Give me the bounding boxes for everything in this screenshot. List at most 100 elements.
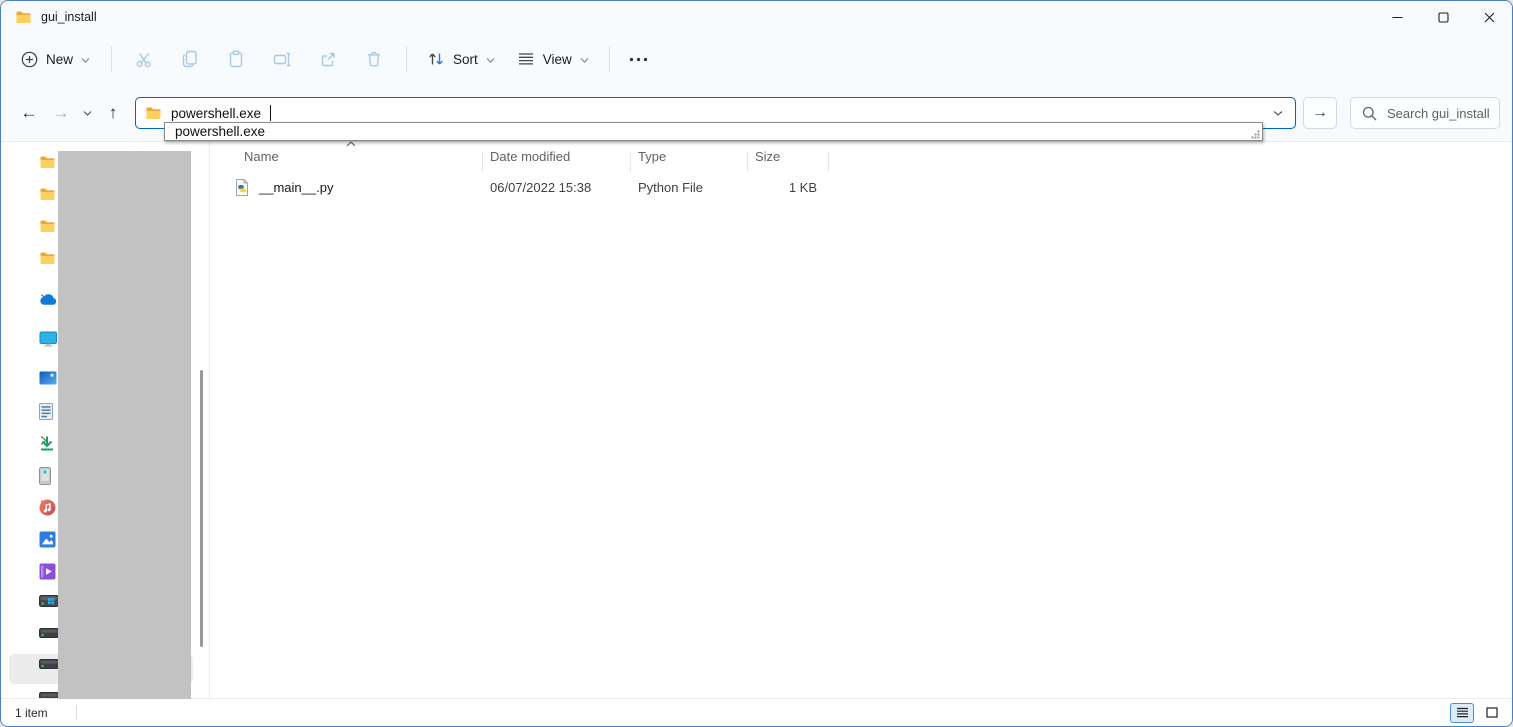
file-explorer-window: gui_install New — [0, 0, 1513, 727]
status-separator — [76, 705, 77, 720]
chevron-down-icon — [81, 57, 90, 64]
rename-button[interactable] — [259, 42, 305, 76]
sort-button[interactable]: Sort — [416, 42, 506, 76]
search-icon — [1362, 106, 1377, 121]
copy-button[interactable] — [167, 42, 213, 76]
address-autocomplete-dropdown: powershell.exe — [164, 122, 1263, 141]
desktop-icon — [39, 371, 57, 385]
cut-button[interactable] — [121, 42, 167, 76]
view-button-label: View — [543, 52, 572, 67]
copy-icon — [181, 50, 199, 68]
minimize-button[interactable] — [1374, 1, 1420, 33]
share-icon — [319, 50, 337, 68]
pictures-icon — [39, 531, 56, 548]
file-name: __main__.py — [259, 180, 333, 195]
folder-icon — [15, 10, 32, 24]
resize-grip-icon[interactable] — [1251, 130, 1260, 139]
window-chrome: gui_install New — [1, 1, 1512, 142]
file-row[interactable]: __main__.py 06/07/2022 15:38Python File1 … — [224, 172, 1512, 202]
title-bar: gui_install — [1, 1, 1512, 33]
sort-arrows-icon — [427, 51, 445, 67]
go-button[interactable]: → — [1303, 97, 1337, 129]
folder-icon — [39, 219, 56, 233]
column-header-name[interactable]: Name — [224, 149, 482, 164]
search-box[interactable]: Search gui_install — [1350, 97, 1500, 129]
up-button[interactable]: ↑ — [97, 97, 129, 129]
item-count: 1 item — [15, 706, 48, 720]
redacted-labels-block — [58, 151, 191, 699]
downloads-icon — [39, 435, 55, 452]
search-placeholder: Search gui_install — [1387, 106, 1490, 121]
rename-icon — [273, 50, 292, 68]
maximize-button[interactable] — [1420, 1, 1466, 33]
sort-button-label: Sort — [453, 52, 478, 67]
videos-icon — [39, 563, 56, 580]
chevron-down-icon — [486, 57, 495, 64]
folder-icon — [39, 155, 56, 169]
view-button[interactable]: View — [506, 42, 600, 76]
sidebar-scrollbar[interactable] — [200, 370, 203, 647]
scissors-icon — [135, 50, 154, 69]
arrow-left-icon: ← — [21, 103, 38, 123]
drive-icon — [39, 659, 59, 669]
status-bar: 1 item — [1, 698, 1512, 726]
phone-device-icon — [39, 467, 51, 485]
view-lines-icon — [517, 52, 535, 66]
back-button[interactable]: ← — [13, 97, 45, 129]
file-date-modified: 06/07/2022 15:38 — [482, 180, 630, 195]
music-icon — [39, 499, 56, 516]
icons-view-icon — [1486, 707, 1498, 718]
file-name-cell[interactable]: __main__.py — [224, 179, 482, 196]
details-view-button[interactable] — [1450, 703, 1474, 723]
drive-icon — [39, 628, 59, 638]
explorer-body: Name Date modified Type Size __main__.py… — [1, 142, 1512, 699]
navigation-pane — [1, 142, 210, 699]
chevron-down-icon — [580, 57, 589, 64]
recent-locations-button[interactable] — [77, 97, 97, 129]
delete-button[interactable] — [351, 42, 397, 76]
window-controls — [1374, 1, 1512, 33]
forward-button[interactable]: → — [45, 97, 77, 129]
icons-view-button[interactable] — [1480, 703, 1504, 723]
chevron-down-icon — [83, 110, 92, 117]
view-toggles — [1450, 703, 1504, 723]
folder-icon — [145, 106, 162, 120]
share-button[interactable] — [305, 42, 351, 76]
chevron-down-icon[interactable] — [1273, 110, 1286, 117]
onedrive-cloud-icon — [39, 293, 58, 306]
file-list-pane: Name Date modified Type Size __main__.py… — [210, 142, 1512, 699]
address-input-value[interactable]: powershell.exe — [171, 106, 261, 121]
python-file-icon — [234, 179, 250, 196]
toolbar-separator — [406, 46, 407, 72]
column-header-date-modified[interactable]: Date modified — [482, 149, 630, 164]
close-icon — [1484, 12, 1495, 23]
autocomplete-item[interactable]: powershell.exe — [175, 124, 265, 139]
new-button[interactable]: New — [9, 42, 102, 76]
go-arrow-icon: → — [1312, 104, 1328, 122]
column-header-type[interactable]: Type — [630, 149, 747, 164]
this-pc-monitor-icon — [39, 331, 58, 347]
close-button[interactable] — [1466, 1, 1512, 33]
clipboard-icon — [227, 50, 245, 68]
circle-plus-icon — [21, 51, 38, 68]
toolbar-separator — [609, 46, 610, 72]
edit-action-buttons — [121, 42, 397, 76]
file-size: 1 KB — [747, 180, 829, 195]
file-type: Python File — [630, 180, 747, 195]
ellipsis-icon — [629, 57, 648, 62]
text-caret — [270, 105, 271, 121]
sort-ascending-icon — [346, 141, 356, 147]
arrow-right-icon: → — [53, 103, 70, 123]
new-button-label: New — [46, 52, 73, 67]
more-options-button[interactable] — [619, 42, 659, 76]
column-header-size[interactable]: Size — [747, 149, 829, 164]
trash-icon — [365, 50, 383, 68]
maximize-icon — [1438, 12, 1449, 23]
folder-icon — [39, 187, 56, 201]
column-headers: Name Date modified Type Size — [224, 143, 1512, 170]
windows-drive-icon — [39, 595, 59, 607]
folder-icon — [39, 251, 56, 265]
minimize-icon — [1392, 12, 1403, 23]
documents-icon — [39, 403, 53, 420]
paste-button[interactable] — [213, 42, 259, 76]
